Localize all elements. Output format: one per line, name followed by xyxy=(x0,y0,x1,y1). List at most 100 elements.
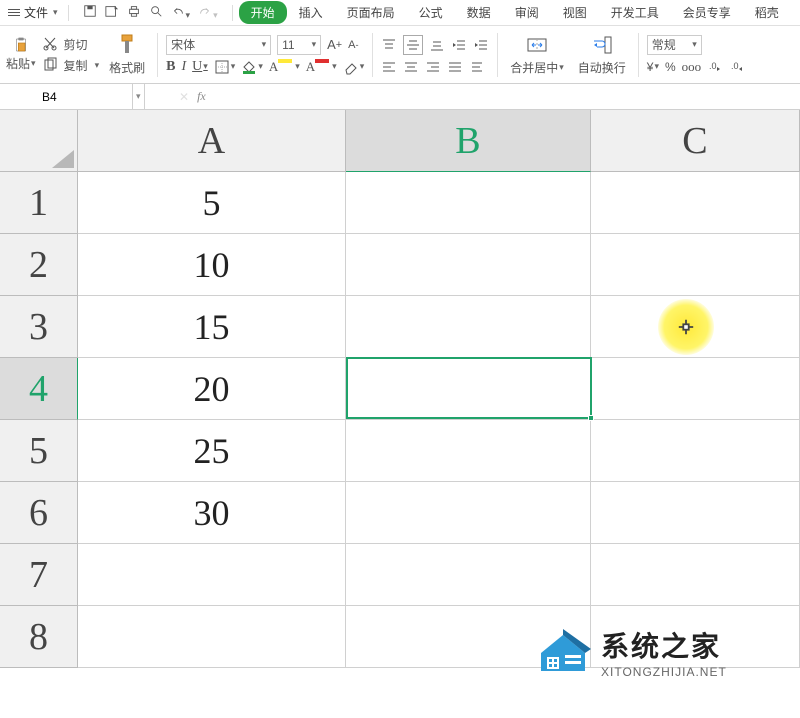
chevron-down-icon[interactable]: ▾ xyxy=(132,84,144,109)
formula-bar: ▾ ✕ fx xyxy=(0,84,800,110)
borders-button[interactable]: ▾ xyxy=(214,59,236,75)
cell-A8[interactable] xyxy=(78,606,346,668)
formula-input[interactable] xyxy=(214,90,614,104)
clear-format-button[interactable]: ▾ xyxy=(343,59,365,75)
font-name-selector[interactable]: 宋体▾ xyxy=(166,35,271,55)
chevron-down-icon: ▾ xyxy=(53,7,58,18)
row-header-5[interactable]: 5 xyxy=(0,420,78,482)
cell-A5[interactable]: 25 xyxy=(78,420,346,482)
bold-button[interactable]: B xyxy=(166,59,175,75)
file-menu-button[interactable]: 文件 ▾ xyxy=(4,4,62,21)
align-bottom-button[interactable] xyxy=(429,37,445,53)
cell-C6[interactable] xyxy=(591,482,800,544)
redo-icon[interactable]: ▾ xyxy=(198,4,218,21)
fx-icon[interactable]: fx xyxy=(197,89,206,104)
cell-B1[interactable] xyxy=(346,172,591,234)
tab-page-layout[interactable]: 页面布局 xyxy=(335,1,407,24)
align-middle-button[interactable] xyxy=(403,35,423,55)
align-left-button[interactable] xyxy=(381,59,397,75)
tab-insert[interactable]: 插入 xyxy=(287,1,335,24)
menu-bar: 文件 ▾ ▾ ▾ 开始 插入 页面布局 公式 数据 审阅 视图 开发工具 会员专… xyxy=(0,0,800,26)
font-color-button[interactable]: A▾ xyxy=(306,59,337,75)
tab-review[interactable]: 审阅 xyxy=(503,1,551,24)
cell-A4[interactable]: 20 xyxy=(78,358,346,420)
eraser-icon xyxy=(343,59,359,75)
fill-color-button[interactable]: ▾ xyxy=(241,59,263,75)
name-box[interactable]: ▾ xyxy=(0,84,145,109)
highlight-color-button[interactable]: A▾ xyxy=(269,59,300,75)
tab-formulas[interactable]: 公式 xyxy=(407,1,455,24)
cell-B3[interactable] xyxy=(346,296,591,358)
tab-view[interactable]: 视图 xyxy=(551,1,599,24)
tab-docer[interactable]: 稻壳 xyxy=(743,1,791,24)
row-header-1[interactable]: 1 xyxy=(0,172,78,234)
cell-C1[interactable] xyxy=(591,172,800,234)
row-header-2[interactable]: 2 xyxy=(0,234,78,296)
column-header-B[interactable]: B xyxy=(346,110,591,172)
print-icon[interactable] xyxy=(127,4,141,21)
name-box-input[interactable] xyxy=(0,90,132,104)
italic-button[interactable]: I xyxy=(181,59,186,75)
align-right-button[interactable] xyxy=(425,59,441,75)
chevron-down-icon: ▾ xyxy=(31,58,36,69)
svg-text:.0: .0 xyxy=(731,61,739,71)
tab-data[interactable]: 数据 xyxy=(455,1,503,24)
cell-B4[interactable] xyxy=(346,358,591,420)
save-as-icon[interactable] xyxy=(105,4,119,21)
cell-B7[interactable] xyxy=(346,544,591,606)
row-header-3[interactable]: 3 xyxy=(0,296,78,358)
cell-B2[interactable] xyxy=(346,234,591,296)
orientation-button[interactable] xyxy=(469,59,485,75)
select-all-corner[interactable] xyxy=(0,110,78,172)
watermark-logo: 系统之家 XITONGZHIJIA.NET xyxy=(535,625,727,679)
row-header-6[interactable]: 6 xyxy=(0,482,78,544)
undo-icon[interactable]: ▾ xyxy=(171,4,191,21)
column-header-A[interactable]: A xyxy=(78,110,346,172)
align-top-button[interactable] xyxy=(381,37,397,53)
copy-button[interactable]: 复制▾ xyxy=(42,57,100,74)
decimal-increase-button[interactable]: .0 xyxy=(707,59,723,75)
row-header-4[interactable]: 4 xyxy=(0,358,78,420)
format-painter-button[interactable]: 格式刷 xyxy=(105,33,149,76)
indent-increase-button[interactable] xyxy=(473,37,489,53)
cell-C4[interactable] xyxy=(591,358,800,420)
cell-B6[interactable] xyxy=(346,482,591,544)
column-header-C[interactable]: C xyxy=(591,110,800,172)
tab-member[interactable]: 会员专享 xyxy=(671,1,743,24)
cell-C5[interactable] xyxy=(591,420,800,482)
font-grow-button[interactable]: A+ xyxy=(327,37,342,52)
cell-A6[interactable]: 30 xyxy=(78,482,346,544)
align-justify-button[interactable] xyxy=(447,59,463,75)
row-header-7[interactable]: 7 xyxy=(0,544,78,606)
decimal-decrease-button[interactable]: .0 xyxy=(729,59,745,75)
cell-A3[interactable]: 15 xyxy=(78,296,346,358)
cell-A1[interactable]: 5 xyxy=(78,172,346,234)
comma-button[interactable]: ooo xyxy=(682,59,702,75)
cancel-icon[interactable]: ✕ xyxy=(179,90,189,104)
percent-button[interactable]: % xyxy=(665,60,676,74)
font-size-selector[interactable]: 11▾ xyxy=(277,35,321,55)
save-icon[interactable] xyxy=(83,4,97,21)
number-format-selector[interactable]: 常规▾ xyxy=(647,35,702,55)
tab-developer[interactable]: 开发工具 xyxy=(599,1,671,24)
cut-button[interactable]: 剪切 xyxy=(42,36,100,53)
cell-C2[interactable] xyxy=(591,234,800,296)
cell-A2[interactable]: 10 xyxy=(78,234,346,296)
cell-C7[interactable] xyxy=(591,544,800,606)
paste-button[interactable]: 粘贴▾ xyxy=(6,37,36,72)
merge-center-button[interactable]: 合并居中▾ xyxy=(506,33,568,76)
tab-home[interactable]: 开始 xyxy=(239,1,287,24)
watermark-name: 系统之家 xyxy=(601,625,727,665)
underline-button[interactable]: U▾ xyxy=(192,59,208,75)
align-center-button[interactable] xyxy=(403,59,419,75)
bucket-icon xyxy=(241,59,257,75)
indent-decrease-button[interactable] xyxy=(451,37,467,53)
wrap-icon xyxy=(590,33,614,57)
print-preview-icon[interactable] xyxy=(149,4,163,21)
cell-A7[interactable] xyxy=(78,544,346,606)
wrap-text-button[interactable]: 自动换行 xyxy=(574,33,630,76)
font-shrink-button[interactable]: A- xyxy=(348,39,358,51)
currency-button[interactable]: ¥▾ xyxy=(647,60,659,74)
cell-B5[interactable] xyxy=(346,420,591,482)
row-header-8[interactable]: 8 xyxy=(0,606,78,668)
